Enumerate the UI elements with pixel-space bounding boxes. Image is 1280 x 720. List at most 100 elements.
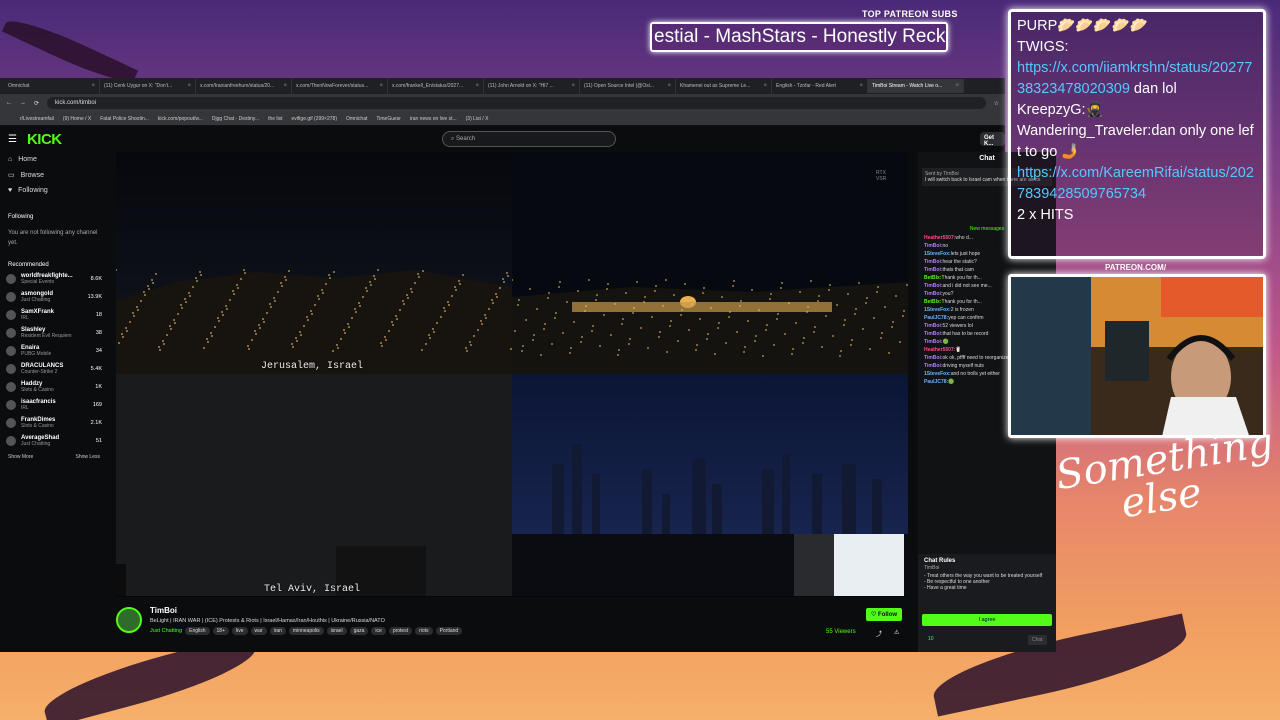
close-icon[interactable]: × (667, 83, 671, 89)
bookmark-item[interactable]: (9) Home / X (63, 116, 91, 122)
report-icon[interactable]: ⚠ (894, 629, 899, 636)
chat-username[interactable]: Heather5507: (924, 235, 955, 241)
follow-button[interactable]: ♡ Follow (866, 608, 903, 621)
chat-username[interactable]: BetBlx: (924, 275, 942, 281)
nav-following[interactable]: ♥ Following (0, 183, 108, 198)
close-icon[interactable]: × (859, 83, 863, 89)
avatar (6, 274, 16, 284)
bookmark-item[interactable]: Djgg Chat - Destiny... (212, 116, 259, 122)
chat-username[interactable]: TimBoi: (924, 283, 943, 289)
close-icon[interactable]: × (763, 83, 767, 89)
nav-browse[interactable]: ▭ Browse (0, 167, 108, 183)
browser-tab[interactable]: (11) Open Source Intel (@Osi... × (580, 79, 676, 93)
chat-username[interactable]: TimBoi: (924, 339, 943, 345)
bookmark-item[interactable]: Omnichat (346, 116, 367, 122)
streamer-avatar[interactable] (116, 607, 142, 633)
browser-tab[interactable]: TimBoi Stream - Watch Live o... × (868, 79, 964, 93)
star-icon[interactable]: ☆ (994, 100, 999, 107)
close-icon[interactable]: × (91, 83, 95, 89)
chat-username[interactable]: 1SteveFox: (924, 307, 951, 313)
browser-tab[interactable]: (11) John Arnold on X: "HI7 ... × (484, 79, 580, 93)
overlay-chat-link[interactable]: https://x.com/KareemRifai/status/2027839… (1017, 165, 1254, 202)
tag-chip[interactable]: gaza (349, 627, 369, 635)
recommended-channel[interactable]: isaacfrancis IRL 169 (0, 396, 108, 414)
chat-username[interactable]: PaulJC78: (924, 379, 948, 385)
browser-tab[interactable]: Omnichat × (4, 79, 100, 93)
channel-category: PUBG Mobile (21, 351, 52, 357)
browser-tab[interactable]: x.com/frankell_En/status/2027... × (388, 79, 484, 93)
show-more-button[interactable]: Show More (8, 454, 33, 460)
reload-icon[interactable]: ⟳ (34, 100, 39, 107)
chat-username[interactable]: TimBoi: (924, 363, 943, 369)
show-less-button[interactable]: Show Less (76, 454, 100, 460)
chat-username[interactable]: TimBoi: (924, 323, 943, 329)
close-icon[interactable]: × (379, 83, 383, 89)
close-icon[interactable]: × (475, 83, 479, 89)
chat-username[interactable]: Heather5507: (924, 347, 955, 353)
chat-username[interactable]: BetBlx: (924, 299, 942, 305)
recommended-channel[interactable]: FrankDimes Slots & Casino 2.1K (0, 414, 108, 432)
chat-username[interactable]: TimBoi: (924, 331, 943, 337)
streamer-name[interactable]: TimBoi (150, 606, 177, 615)
points-counter[interactable]: 10 (928, 636, 934, 642)
browser-tab[interactable]: x.com/Iranianfreehum/status/20... × (196, 79, 292, 93)
recommended-channel[interactable]: DRACULANCS Counter-Strike 2 5.4K (0, 360, 108, 378)
chat-username[interactable]: TimBoi: (924, 259, 943, 265)
chat-username[interactable]: TimBoi: (924, 355, 943, 361)
tag-chip[interactable]: minneapolis (288, 627, 324, 635)
agree-button[interactable]: I agree (922, 614, 1052, 626)
close-icon[interactable]: × (187, 83, 191, 89)
chat-username[interactable]: TimBoi: (924, 267, 943, 273)
chat-text: yep can confirm (948, 315, 984, 321)
browser-tab[interactable]: x.com/ThenNowForever/status... × (292, 79, 388, 93)
bookmark-item[interactable]: the list (268, 116, 282, 122)
browser-tab[interactable]: (11) Cenk Uygur on X: "Don't... × (100, 79, 196, 93)
tag-chip[interactable]: ice (371, 627, 386, 635)
chat-send-button[interactable]: Chat (1028, 635, 1047, 645)
tag-chip[interactable]: Portland (435, 627, 463, 635)
recommended-channel[interactable]: SamXFrank IRL 18 (0, 306, 108, 324)
bookmark-item[interactable]: TimeGuesr (376, 116, 401, 122)
recommended-channel[interactable]: Haddzy Slots & Casino 1K (0, 378, 108, 396)
tag-chip[interactable]: English (185, 627, 210, 635)
tag-chip[interactable]: live (232, 627, 248, 635)
tag-chip[interactable]: war (250, 627, 267, 635)
close-icon[interactable]: × (955, 83, 959, 89)
close-icon[interactable]: × (571, 83, 575, 89)
recommended-channel[interactable]: worldfreakfighte... Special Events 8.6K (0, 270, 108, 288)
kick-logo[interactable]: KICK (27, 131, 62, 148)
recommended-channel[interactable]: Slashley Resident Evil Requiem 38 (0, 324, 108, 342)
browser-tab[interactable]: English - Tzofar - Red Alert × (772, 79, 868, 93)
nav-home[interactable]: ⌂ Home (0, 152, 108, 167)
chat-username[interactable]: TimBoi: (924, 243, 943, 249)
bookmark-item[interactable]: r/Livestreamfail (20, 116, 54, 122)
tag-chip[interactable]: protest (388, 627, 413, 635)
video-player[interactable]: Jerusalem, Israel Tel Aviv, Israel RTX V… (116, 152, 908, 597)
tag-chip[interactable]: iran (269, 627, 286, 635)
share-icon[interactable]: ⤴ (876, 629, 882, 638)
get-kick-button[interactable]: Get K... (980, 132, 1005, 147)
bookmark-item[interactable]: Fatal Police Shootin... (100, 116, 149, 122)
back-icon[interactable]: ← (6, 100, 12, 106)
forward-icon[interactable]: → (20, 100, 26, 106)
close-icon[interactable]: × (283, 83, 287, 89)
bookmark-item[interactable]: kick.com/popout/w... (158, 116, 203, 122)
recommended-channel[interactable]: Enaira PUBG Mobile 34 (0, 342, 108, 360)
url-input[interactable]: kick.com/timboi (47, 97, 986, 109)
search-input[interactable]: ⌕ Search (442, 131, 616, 147)
menu-icon[interactable]: ☰ (8, 134, 17, 145)
browser-tab[interactable]: Khamenei out as Supreme Le... × (676, 79, 772, 93)
bookmark-item[interactable]: evifige.gif (299×278) (292, 116, 337, 122)
recommended-channel[interactable]: AverageShad Just Chatting 51 (0, 432, 108, 450)
recommended-channel[interactable]: asmongold Just Chatting 13.9K (0, 288, 108, 306)
chat-username[interactable]: 1SteveFox: (924, 371, 951, 377)
tag-chip[interactable]: riots (415, 627, 433, 635)
bookmark-item[interactable]: (3) List / X (466, 116, 489, 122)
chat-username[interactable]: PaulJC78: (924, 315, 948, 321)
tag-chip[interactable]: 18+ (212, 627, 229, 635)
bookmark-item[interactable]: iran news on live st... (410, 116, 457, 122)
chat-username[interactable]: 1SteveFox: (924, 251, 951, 257)
chat-username[interactable]: TimBoi: (924, 291, 943, 297)
category-link[interactable]: Just Chatting (150, 628, 182, 634)
tag-chip[interactable]: israel (326, 627, 347, 635)
